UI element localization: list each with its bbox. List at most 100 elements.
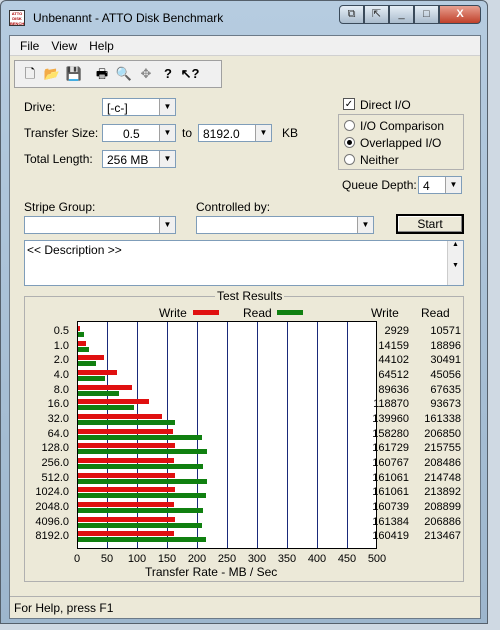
chevron-down-icon[interactable]: ▼ — [357, 217, 373, 233]
chevron-down-icon[interactable]: ▼ — [159, 125, 175, 141]
menu-view[interactable]: View — [45, 36, 83, 55]
write-value: 160767 — [372, 457, 409, 469]
direct-io-checkbox[interactable]: ✓ — [343, 98, 355, 110]
write-bar — [78, 531, 175, 537]
write-value: 139960 — [372, 413, 409, 425]
write-bar — [78, 428, 173, 434]
x-tick-label: 450 — [337, 553, 357, 565]
total-length-label: Total Length: — [24, 152, 93, 166]
pin-button[interactable]: ⇱ — [364, 5, 389, 24]
menu-help[interactable]: Help — [83, 36, 120, 55]
chevron-down-icon[interactable]: ▼ — [159, 217, 175, 233]
read-value: 206850 — [424, 427, 461, 440]
read-value: 215755 — [424, 442, 461, 455]
category-label: 8.0 — [53, 383, 69, 396]
write-value: 160739 — [372, 501, 409, 513]
category-label: 32.0 — [47, 413, 69, 425]
chevron-down-icon[interactable]: ▼ — [255, 125, 271, 141]
drive-select[interactable]: [-c-] ▼ — [102, 98, 176, 116]
app-window: ATTO DISK BENCH Unbenannt - ATTO Disk Be… — [0, 0, 488, 624]
write-value: 161061 — [372, 471, 409, 484]
help-icon[interactable]: ? — [157, 63, 179, 85]
transfer-to-select[interactable]: 8192.0 ▼ — [198, 124, 272, 142]
read-value: 213892 — [424, 486, 461, 499]
open-icon[interactable]: 📂 — [41, 63, 63, 85]
io-comparison-radio[interactable] — [344, 120, 355, 131]
queue-depth-label: Queue Depth: — [342, 178, 417, 192]
write-bar — [78, 458, 175, 463]
read-value: 10571 — [430, 325, 461, 337]
save-icon[interactable]: 💾 — [63, 63, 85, 85]
read-bar — [78, 361, 97, 367]
to-label: to — [182, 126, 193, 140]
read-value: 208486 — [424, 457, 461, 469]
write-bar — [78, 414, 162, 419]
description-field[interactable]: << Description >> ▲ ▼ — [24, 240, 464, 286]
neither-radio[interactable] — [344, 154, 355, 165]
x-tick-label: 250 — [217, 553, 237, 565]
close-button[interactable]: X — [439, 5, 481, 24]
menu-file[interactable]: File — [14, 36, 45, 55]
total-length-select[interactable]: 256 MB ▼ — [102, 150, 176, 168]
read-bar — [78, 449, 208, 455]
x-tick-label: 200 — [187, 553, 207, 565]
read-bar — [78, 464, 204, 469]
write-bar — [78, 502, 175, 507]
client-area: File View Help 🗋 📂 💾 🖶 🔍 ✥ ? ↖? Drive: [… — [9, 35, 481, 619]
description-text: << Description >> — [27, 243, 122, 257]
category-label: 1.0 — [53, 339, 69, 352]
read-value: 67635 — [430, 383, 461, 396]
new-icon[interactable]: 🗋 — [19, 63, 41, 85]
read-bar — [78, 346, 90, 352]
read-value: 93673 — [430, 398, 461, 411]
queue-depth-select[interactable]: 4 ▼ — [418, 176, 462, 194]
write-value: 118870 — [373, 398, 409, 411]
legend-write-swatch — [193, 310, 219, 315]
controlled-by-label: Controlled by: — [196, 200, 271, 214]
description-scrollbar[interactable]: ▲ ▼ — [447, 241, 463, 285]
grid-line — [227, 322, 228, 548]
write-value: 2929 — [384, 325, 409, 337]
print-icon[interactable]: 🖶 — [91, 63, 113, 85]
read-value: 161338 — [424, 413, 461, 425]
io-comparison-label: I/O Comparison — [360, 119, 445, 133]
chevron-down-icon[interactable]: ▼ — [445, 177, 461, 193]
read-bar — [78, 537, 207, 543]
print-preview-icon[interactable]: 🔍 — [113, 63, 135, 85]
category-label: 128.0 — [41, 442, 69, 455]
transfer-size-label: Transfer Size: — [24, 126, 99, 140]
write-value: 160419 — [372, 530, 409, 543]
move-icon[interactable]: ✥ — [135, 63, 157, 85]
x-tick-label: 100 — [127, 553, 147, 565]
transfer-from-select[interactable]: 0.5 ▼ — [102, 124, 176, 142]
write-bar — [78, 384, 132, 390]
stripe-group-select[interactable]: ▼ — [24, 216, 176, 234]
controlled-by-select[interactable]: ▼ — [196, 216, 374, 234]
read-bar — [78, 420, 175, 425]
read-bar — [78, 405, 135, 411]
kb-label: KB — [282, 126, 299, 140]
x-tick-label: 400 — [307, 553, 327, 565]
read-bar — [78, 390, 119, 396]
start-button[interactable]: Start — [396, 214, 464, 234]
chevron-down-icon[interactable]: ▼ — [159, 151, 175, 167]
legend-write-label: Write — [159, 306, 187, 320]
restore-layout-button[interactable]: ⧉ — [339, 5, 364, 24]
x-axis-label: Transfer Rate - MB / Sec — [145, 565, 278, 579]
title-bar[interactable]: ATTO DISK BENCH Unbenannt - ATTO Disk Be… — [1, 1, 487, 35]
x-tick-label: 50 — [100, 553, 114, 565]
category-label: 256.0 — [41, 457, 69, 469]
context-help-icon[interactable]: ↖? — [179, 63, 201, 85]
write-value: 161384 — [372, 515, 409, 528]
window-title: Unbenannt - ATTO Disk Benchmark — [33, 11, 224, 25]
read-bar — [78, 478, 207, 484]
app-icon[interactable]: ATTO DISK BENCH — [9, 10, 25, 26]
neither-label: Neither — [360, 153, 399, 167]
maximize-button[interactable]: □ — [414, 5, 439, 24]
overlapped-io-radio[interactable] — [344, 137, 355, 148]
category-label: 512.0 — [41, 471, 69, 484]
legend-read-swatch — [277, 310, 303, 315]
chevron-down-icon[interactable]: ▼ — [159, 99, 175, 115]
minimize-button[interactable]: _ — [389, 5, 414, 24]
category-label: 16.0 — [47, 398, 69, 411]
